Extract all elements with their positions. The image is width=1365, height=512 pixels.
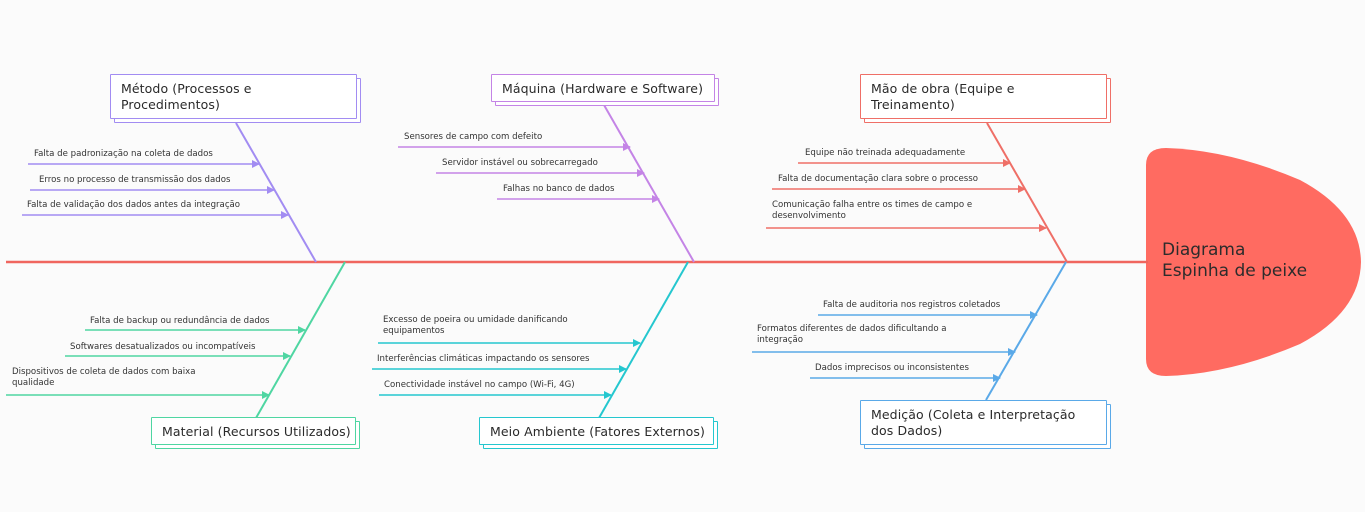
- cause-label: Excesso de poeira ou umidade danificando…: [383, 315, 568, 336]
- cause-label: Servidor instável ou sobrecarregado: [442, 158, 598, 168]
- rib-material: [255, 261, 346, 419]
- cause-label: Falta de documentação clara sobre o proc…: [778, 174, 978, 184]
- category-meio-ambiente[interactable]: Meio Ambiente (Fatores Externos): [479, 417, 714, 445]
- category-mao-de-obra[interactable]: Mão de obra (Equipe e Treinamento): [860, 74, 1107, 119]
- cause-label: Falta de backup ou redundância de dados: [90, 316, 270, 326]
- cause-label: Formatos diferentes de dados dificultand…: [757, 324, 947, 345]
- cause-label: Falhas no banco de dados: [503, 184, 615, 194]
- cause-label: Falta de validação dos dados antes da in…: [27, 200, 241, 210]
- cause-label: Falta de auditoria nos registros coletad…: [823, 300, 1001, 310]
- category-metodo[interactable]: Método (Processos e Procedimentos): [110, 74, 357, 119]
- cause-label: Softwares desatualizados ou incompatívei…: [70, 342, 256, 352]
- cause-label: Erros no processo de transmissão dos dad…: [39, 175, 231, 185]
- rib-meio-ambiente: [598, 261, 689, 419]
- category-medicao[interactable]: Medição (Coleta e Interpretação dos Dado…: [860, 400, 1107, 445]
- cause-label: Dispositivos de coleta de dados com baix…: [12, 367, 196, 388]
- diagram-title-line-2: Espinha de peixe: [1162, 261, 1308, 281]
- rib-metodo: [235, 122, 317, 263]
- diagram-title: Diagrama Espinha de peixe: [1162, 240, 1307, 282]
- rib-mao-de-obra: [986, 122, 1068, 263]
- cause-label: Comunicação falha entre os times de camp…: [772, 200, 973, 221]
- cause-label: Sensores de campo com defeito: [404, 132, 543, 142]
- rib-medicao: [985, 261, 1067, 401]
- diagram-title-line-1: Diagrama: [1162, 240, 1246, 260]
- category-material[interactable]: Material (Recursos Utilizados): [151, 417, 356, 445]
- cause-label: Dados imprecisos ou inconsistentes: [815, 363, 969, 373]
- cause-label: Interferências climáticas impactando os …: [377, 354, 590, 364]
- cause-label: Conectividade instável no campo (Wi-Fi, …: [384, 380, 575, 390]
- cause-label: Equipe não treinada adequadamente: [805, 148, 966, 158]
- rib-maquina: [603, 104, 695, 263]
- cause-label: Falta de padronização na coleta de dados: [34, 149, 213, 159]
- category-maquina[interactable]: Máquina (Hardware e Software): [491, 74, 715, 102]
